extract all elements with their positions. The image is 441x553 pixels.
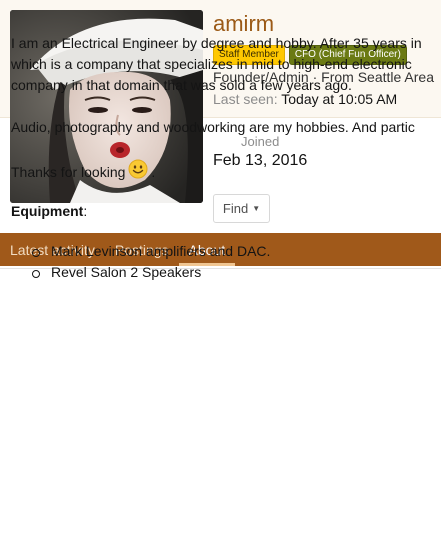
chevron-down-icon: ▼ — [252, 204, 261, 213]
joined-date: Feb 13, 2016 — [213, 152, 308, 169]
equipment-list: Mark Levinson amplifiers and DAC. Revel … — [32, 241, 270, 283]
about-line: company in that domain that was sold a f… — [11, 77, 352, 93]
about-paragraph-1: I am an Electrical Engineer by degree an… — [11, 33, 422, 96]
list-item: Mark Levinson amplifiers and DAC. — [32, 241, 270, 262]
find-button[interactable]: Find ▼ — [213, 194, 270, 223]
equipment-colon: : — [83, 203, 88, 219]
thanks-text: Thanks for looking — [11, 163, 126, 180]
equipment-label: Equipment — [11, 203, 84, 219]
about-paragraph-2: Audio, photography and woodworking are m… — [11, 119, 415, 135]
about-content — [0, 268, 441, 553]
list-item: Revel Salon 2 Speakers — [32, 262, 270, 283]
about-thanks: Thanks for looking . — [11, 159, 155, 185]
find-button-label: Find — [222, 201, 249, 216]
about-line: I am an Electrical Engineer by degree an… — [11, 35, 422, 51]
about-line: which is a company that specializes in m… — [11, 56, 412, 72]
smiley-emoji-icon — [128, 159, 148, 185]
thanks-period: . — [151, 163, 156, 180]
equipment-heading: Equipment: — [11, 201, 87, 222]
